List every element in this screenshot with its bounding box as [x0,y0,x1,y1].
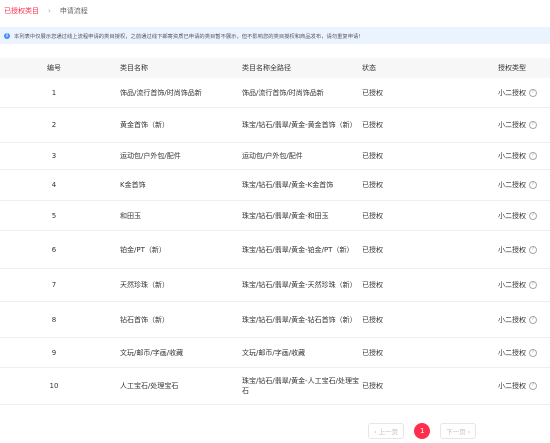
help-icon[interactable]: ? [529,211,537,220]
next-page-button[interactable]: 下一页 › [440,423,477,439]
cell-auth-type: 小二授权? [478,211,550,221]
cell-auth-type: 小二授权? [478,315,550,325]
help-icon[interactable]: ? [529,181,537,189]
auth-type-label: 小二授权 [498,315,526,324]
help-icon[interactable]: ? [529,315,537,324]
pagination: ‹ 上一页 1 下一页 › [368,422,477,440]
cell-id: 10 [49,382,59,390]
cell-id: 6 [51,245,57,254]
table-row: 6 铂金/PT（新） 珠宝/钻石/翡翠/黄金-铂金/PT（新） 已授权 小二授权? [0,231,550,269]
auth-type-label: 小二授权 [498,211,526,220]
cell-status: 已授权 [362,152,383,160]
cell-category-path: 珠宝/钻石/翡翠/黄金-天然珍珠（新） [242,281,357,289]
cell-category-path: 珠宝/钻石/翡翠/黄金-铂金/PT（新） [242,245,354,254]
prev-page-button[interactable]: ‹ 上一页 [368,423,405,439]
cell-category-name: 和田玉 [120,211,141,220]
category-table: 编号 类目名称 类目名称全路径 状态 授权类型 1 饰品/流行首饰/时尚饰品新 饰品… [0,58,550,405]
header-category-name: 类目名称 [120,64,148,72]
auth-type-label: 小二授权 [498,181,526,189]
cell-id: 4 [51,181,57,189]
auth-type-label: 小二授权 [498,245,526,254]
cell-category-path: 文玩/邮币/字画/收藏 [242,348,306,357]
breadcrumb-application-process: 申请流程 [59,7,88,15]
cell-category-name: 钻石首饰（新） [120,315,169,324]
table-row: 5 和田玉 珠宝/钻石/翡翠/黄金-和田玉 已授权 小二授权? [0,201,550,231]
cell-category-name: 黄金首饰（新） [120,121,169,129]
help-icon[interactable]: ? [529,245,537,254]
cell-category-name: K金首饰 [120,181,146,189]
cell-id: 8 [51,315,57,324]
help-icon[interactable]: ? [529,88,537,97]
cell-category-name: 铂金/PT（新） [120,245,166,254]
cell-auth-type: 小二授权? [478,88,550,98]
help-icon[interactable]: ? [529,348,537,357]
auth-type-label: 小二授权 [498,382,526,390]
cell-category-name: 文玩/邮币/字画/收藏 [120,348,184,357]
cell-category-path: 珠宝/钻石/翡翠/黄金-人工宝石/处理宝石 [242,377,359,395]
cell-status: 已授权 [362,382,383,390]
auth-type-label: 小二授权 [498,348,526,357]
table-row: 9 文玩/邮币/字画/收藏 文玩/邮币/字画/收藏 已授权 小二授权? [0,338,550,368]
info-icon: i [4,32,10,39]
header-status: 状态 [362,64,376,72]
table-row: 7 天然珍珠（新） 珠宝/钻石/翡翠/黄金-天然珍珠（新） 已授权 小二授权? [0,269,550,302]
cell-status: 已授权 [362,348,383,357]
cell-id: 1 [51,88,57,97]
cell-auth-type: 小二授权? [478,245,550,255]
auth-type-label: 小二授权 [498,281,526,289]
table-header: 编号 类目名称 类目名称全路径 状态 授权类型 [0,58,550,78]
cell-auth-type: 小二授权? [478,151,550,161]
notice-banner: i 本列表中仅展示您通过线上流程申请的类目授权，之前通过线下邮寄资质已申请的类目… [0,27,550,44]
table-row: 8 钻石首饰（新） 珠宝/钻石/翡翠/黄金-钻石首饰（新） 已授权 小二授权? [0,302,550,338]
header-id: 编号 [47,64,61,72]
cell-id: 7 [51,281,57,289]
help-icon[interactable]: ? [529,152,537,160]
cell-id: 9 [51,348,57,357]
cell-category-path: 珠宝/钻石/翡翠/黄金-和田玉 [242,211,329,220]
table-row: 3 运动包/户外包/配件 运动包/户外包/配件 已授权 小二授权? [0,143,550,170]
auth-type-label: 小二授权 [498,152,526,160]
page-number-current[interactable]: 1 [414,423,431,439]
cell-id: 3 [51,152,57,160]
cell-auth-type: 小二授权? [478,180,550,190]
help-icon[interactable]: ? [529,382,537,390]
help-icon[interactable]: ? [529,281,537,289]
cell-id: 2 [51,121,57,129]
cell-status: 已授权 [362,88,383,97]
auth-type-label: 小二授权 [498,88,526,97]
table-body: 1 饰品/流行首饰/时尚饰品新 饰品/流行首饰/时尚饰品新 已授权 小二授权? 2 黄金首饰… [0,78,550,405]
table-row: 1 饰品/流行首饰/时尚饰品新 饰品/流行首饰/时尚饰品新 已授权 小二授权? [0,78,550,108]
notice-text: 本列表中仅展示您通过线上流程申请的类目授权，之前通过线下邮寄资质已申请的类目暂不… [14,33,361,40]
cell-category-path: 珠宝/钻石/翡翠/黄金-黄金首饰（新） [242,121,357,129]
cell-status: 已授权 [362,121,383,129]
cell-status: 已授权 [362,315,383,324]
breadcrumb-authorized-categories[interactable]: 已授权类目 [4,6,39,16]
cell-status: 已授权 [362,281,383,289]
cell-id: 5 [51,211,57,220]
cell-category-path: 珠宝/钻石/翡翠/黄金-K金首饰 [242,181,334,189]
cell-status: 已授权 [362,245,383,254]
cell-category-path: 运动包/户外包/配件 [242,152,303,160]
table-row: 4 K金首饰 珠宝/钻石/翡翠/黄金-K金首饰 已授权 小二授权? [0,170,550,201]
cell-category-name: 饰品/流行首饰/时尚饰品新 [120,88,202,97]
chevron-right-icon: › [48,7,51,15]
header-auth-type: 授权类型 [498,64,526,72]
table-row: 10 人工宝石/处理宝石 珠宝/钻石/翡翠/黄金-人工宝石/处理宝石 已授权 小二授权? [0,368,550,405]
cell-category-name: 天然珍珠（新） [120,281,169,289]
header-category-path: 类目名称全路径 [242,64,291,72]
help-icon[interactable]: ? [529,121,537,129]
breadcrumb: 已授权类目 › 申请流程 [0,0,550,22]
auth-type-label: 小二授权 [498,121,526,129]
cell-status: 已授权 [362,211,383,220]
cell-category-path: 珠宝/钻石/翡翠/黄金-钻石首饰（新） [242,315,357,324]
cell-category-name: 运动包/户外包/配件 [120,152,181,160]
cell-auth-type: 小二授权? [478,348,550,358]
cell-category-path: 饰品/流行首饰/时尚饰品新 [242,88,324,97]
cell-status: 已授权 [362,181,383,189]
table-row: 2 黄金首饰（新） 珠宝/钻石/翡翠/黄金-黄金首饰（新） 已授权 小二授权? [0,108,550,143]
cell-auth-type: 小二授权? [478,280,550,290]
cell-auth-type: 小二授权? [478,120,550,130]
cell-auth-type: 小二授权? [478,381,550,391]
cell-category-name: 人工宝石/处理宝石 [120,382,179,390]
